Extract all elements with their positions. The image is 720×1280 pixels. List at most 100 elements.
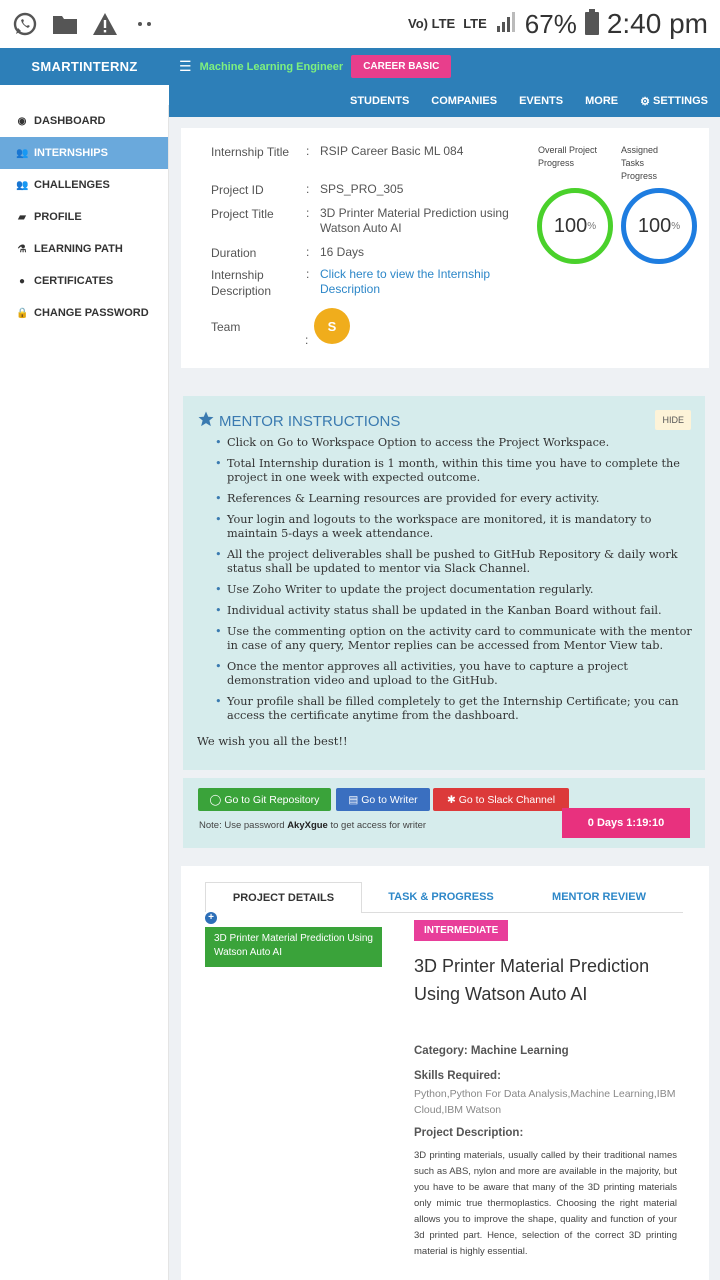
- sidebar-item-change-password[interactable]: 🔒 CHANGE PASSWORD: [0, 297, 168, 329]
- sidebar-item-label: DASHBOARD: [34, 115, 106, 127]
- overall-progress-ring: 100%: [537, 188, 613, 264]
- chat-icon: ▰: [18, 211, 26, 223]
- brand-logo[interactable]: SMARTINTERNZ: [0, 48, 169, 85]
- project-list-item[interactable]: 3D Printer Material Prediction Using Wat…: [205, 927, 382, 967]
- mentor-instructions-heading: MENTOR INSTRUCTIONS: [197, 410, 400, 432]
- sidebar-item-dashboard[interactable]: ◉ DASHBOARD: [0, 105, 168, 137]
- internship-description-label: Internship Description: [211, 268, 272, 298]
- add-icon[interactable]: +: [205, 912, 217, 924]
- volte-indicator: Vo) LTE: [408, 16, 456, 31]
- sidebar-item-label: INTERNSHIPS: [34, 147, 108, 159]
- writer-password: AkyXgue: [287, 820, 328, 831]
- team-row: Team: [211, 319, 306, 335]
- role-label: Machine Learning Engineer: [199, 60, 344, 73]
- star-icon: [197, 410, 215, 432]
- users-icon: 👥: [16, 147, 29, 159]
- list-item: All the project deliverables shall be pu…: [215, 548, 693, 576]
- list-item: Your login and logouts to the workspace …: [215, 513, 693, 541]
- sidebar-item-profile[interactable]: ▰ PROFILE: [0, 201, 168, 233]
- nav-students[interactable]: STUDENTS: [350, 95, 409, 107]
- status-bar: Vo) LTE LTE 67% 2:40 pm: [0, 0, 720, 48]
- list-item: References & Learning resources are prov…: [215, 492, 693, 506]
- sidebar-item-certificates[interactable]: ● CERTIFICATES: [0, 265, 168, 297]
- internship-description-link[interactable]: Click here to view the Internship Descri…: [320, 267, 515, 299]
- difficulty-badge: INTERMEDIATE: [414, 920, 509, 941]
- list-item: Individual activity status shall be upda…: [215, 604, 693, 618]
- project-id-row: Project ID : SPS_PRO_305: [211, 182, 515, 198]
- project-summary-card: Internship Title : RSIP Career Basic ML …: [181, 128, 709, 368]
- internship-description-row: Internship Description : Click here to v…: [211, 267, 515, 299]
- users-icon: 👥: [16, 179, 29, 191]
- instructions-list: Click on Go to Workspace Option to acces…: [215, 436, 693, 730]
- list-item: Click on Go to Workspace Option to acces…: [215, 436, 693, 450]
- duration-value: 16 Days: [320, 245, 365, 259]
- countdown-timer: 0 Days 1:19:10: [562, 808, 690, 838]
- list-item: Use Zoho Writer to update the project do…: [215, 583, 693, 597]
- duration-row: Duration : 16 Days: [211, 245, 515, 261]
- sidebar-item-internships[interactable]: 👥 INTERNSHIPS: [0, 137, 168, 169]
- nav-settings[interactable]: ⚙ SETTINGS: [640, 95, 708, 108]
- slack-channel-label: Go to Slack Channel: [458, 793, 556, 806]
- team-member-avatar[interactable]: S: [314, 308, 350, 344]
- git-repository-button[interactable]: ◯ Go to Git Repository: [198, 788, 331, 811]
- writer-label: Go to Writer: [361, 793, 418, 806]
- internship-title-value: RSIP Career Basic ML 084: [320, 144, 464, 158]
- project-title-value: 3D Printer Material Prediction using Wat…: [320, 206, 509, 235]
- folder-icon: [52, 11, 78, 37]
- duration-label: Duration: [211, 246, 257, 260]
- whatsapp-icon: [12, 11, 38, 37]
- lte-indicator: LTE: [463, 16, 487, 31]
- sidebar-item-label: PROFILE: [34, 211, 82, 223]
- flask-icon: ⚗: [17, 243, 27, 255]
- project-details-card: PROJECT DETAILS TASK & PROGRESS MENTOR R…: [181, 866, 709, 1280]
- nav-settings-label: SETTINGS: [652, 95, 708, 107]
- tab-project-details[interactable]: PROJECT DETAILS: [205, 882, 362, 912]
- project-title-label: Project Title: [211, 207, 274, 221]
- battery-icon: [584, 8, 599, 40]
- git-repository-label: Go to Git Repository: [224, 793, 320, 806]
- overall-progress-value: 100: [553, 214, 588, 237]
- mentor-instructions-panel: MENTOR INSTRUCTIONS HIDE Click on Go to …: [183, 396, 705, 770]
- top-navbar: ☰ Machine Learning Engineer CAREER BASIC: [169, 48, 720, 85]
- battery-percent: 67%: [524, 8, 577, 39]
- project-id-value: SPS_PRO_305: [320, 182, 404, 196]
- sidebar-item-label: CERTIFICATES: [34, 275, 114, 287]
- skills-list: Python,Python For Data Analysis,Machine …: [414, 1088, 676, 1116]
- internship-title-row: Internship Title : RSIP Career Basic ML …: [211, 144, 515, 160]
- assigned-progress-value: 100: [637, 214, 672, 237]
- more-notifications-icon: [132, 11, 158, 37]
- slack-channel-button[interactable]: ✱ Go to Slack Channel: [433, 788, 569, 811]
- sidebar: ◉ DASHBOARD 👥 INTERNSHIPS 👥 CHALLENGES ▰…: [0, 105, 169, 1280]
- warning-icon: [92, 11, 118, 37]
- career-badge[interactable]: CAREER BASIC: [351, 55, 452, 78]
- list-item: Once the mentor approves all activities,…: [215, 660, 693, 688]
- tab-task-progress[interactable]: TASK & PROGRESS: [362, 882, 520, 912]
- nav-more[interactable]: MORE: [585, 95, 618, 107]
- tab-divider: [361, 912, 683, 913]
- nav-events[interactable]: EVENTS: [519, 95, 563, 107]
- hamburger-menu-icon[interactable]: ☰: [179, 58, 192, 75]
- sidebar-item-challenges[interactable]: 👥 CHALLENGES: [0, 169, 168, 201]
- sidebar-item-label: CHANGE PASSWORD: [34, 307, 149, 319]
- assigned-progress-ring: 100%: [621, 188, 697, 264]
- project-description-text: 3D printing materials, usually called by…: [414, 1150, 677, 1257]
- list-item: Your profile shall be filled completely …: [215, 695, 693, 723]
- writer-password-note: Note: Use password AkyXgue to get access…: [199, 820, 427, 831]
- list-item: Total Internship duration is 1 month, wi…: [215, 457, 693, 485]
- secondary-navbar: STUDENTS COMPANIES EVENTS MORE ⚙ SETTING…: [169, 85, 720, 117]
- internship-title-label: Internship Title: [211, 145, 290, 159]
- clock: 2:40 pm: [606, 8, 708, 39]
- project-title-row: Project Title : 3D Printer Material Pred…: [211, 206, 515, 236]
- mentor-instructions-title: MENTOR INSTRUCTIONS: [219, 412, 401, 430]
- sidebar-item-learning-path[interactable]: ⚗ LEARNING PATH: [0, 233, 168, 265]
- tab-mentor-review[interactable]: MENTOR REVIEW: [520, 882, 678, 912]
- overall-progress-label: Overall Project Progress: [538, 145, 598, 168]
- sidebar-item-label: LEARNING PATH: [34, 243, 123, 255]
- nav-companies[interactable]: COMPANIES: [431, 95, 497, 107]
- team-label: Team: [211, 320, 241, 334]
- hide-button[interactable]: HIDE: [655, 410, 691, 430]
- lock-icon: 🔒: [16, 307, 29, 319]
- writer-button[interactable]: ▤ Go to Writer: [336, 788, 430, 811]
- project-id-label: Project ID: [211, 183, 264, 197]
- github-icon: ◯: [209, 793, 222, 806]
